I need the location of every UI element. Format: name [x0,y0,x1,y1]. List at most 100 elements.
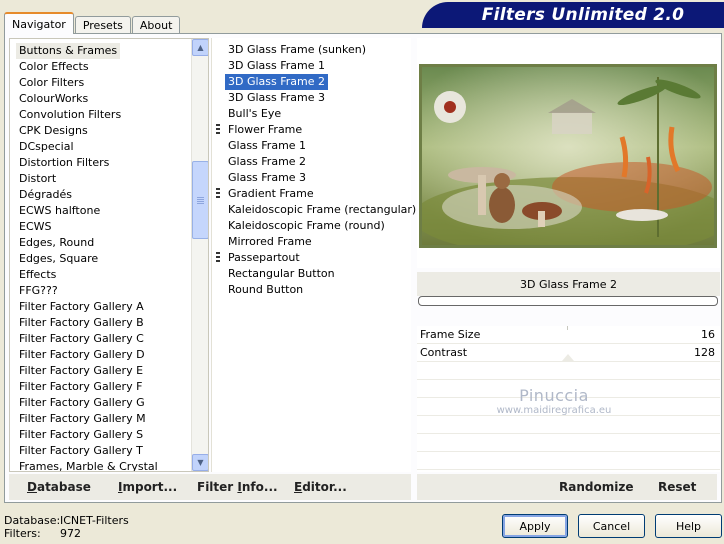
category-scrollbar[interactable]: ▲ ▼ [191,39,208,471]
tab-about[interactable]: About [131,16,181,34]
submenu-marker-icon [216,188,220,200]
param-frame-size[interactable]: Frame Size 16 [417,326,720,344]
right-action-bar: Randomize Reset [417,474,717,500]
category-item[interactable]: Filter Factory Gallery B [16,315,147,331]
category-item[interactable]: Edges, Square [16,251,101,267]
action-bar: Database Import... Filter Info... Editor… [9,474,717,500]
apply-button[interactable]: Apply [502,514,568,538]
filter-item[interactable]: Rectangular Button [225,266,338,282]
category-item[interactable]: Frames, Marble & Crystal [16,459,161,471]
category-item[interactable]: FFG??? [16,283,61,299]
category-item[interactable]: CPK Designs [16,123,91,139]
reset-button[interactable]: Reset [658,480,696,494]
scroll-thumb[interactable] [192,161,208,239]
category-item[interactable]: ECWS halftone [16,203,103,219]
preview-image [419,64,717,248]
banner-title: Filters Unlimited 2.0 [481,5,685,25]
randomize-button[interactable]: Randomize [559,480,633,494]
database-label: atabase [36,480,91,494]
param-label: Contrast [420,346,468,359]
filters-status-value: 972 [60,527,81,540]
editor-label: ditor... [302,480,347,494]
param-empty-row [417,434,720,452]
chevron-down-icon: ▼ [197,458,204,467]
tab-navigator[interactable]: Navigator [4,12,74,34]
category-item[interactable]: Dégradés [16,187,75,203]
category-item[interactable]: Filter Factory Gallery D [16,347,148,363]
category-item[interactable]: ColourWorks [16,91,91,107]
category-item[interactable]: Filter Factory Gallery E [16,363,146,379]
tab-presets-label: Presets [82,19,123,32]
filter-item[interactable]: Glass Frame 3 [225,170,309,186]
category-item[interactable]: DCspecial [16,139,77,155]
filter-item[interactable]: 3D Glass Frame 2 [225,74,329,90]
filter-info-label: nfo... [241,480,278,494]
category-item[interactable]: Edges, Round [16,235,97,251]
category-item[interactable]: Effects [16,267,59,283]
filter-item[interactable]: 3D Glass Frame 3 [225,90,328,106]
database-status-label: Database: [4,514,61,527]
selected-filter-name: 3D Glass Frame 2 [417,272,720,296]
import-button[interactable]: Import... [118,480,177,494]
filter-list[interactable]: 3D Glass Frame (sunken) 3D Glass Frame 13… [211,38,416,472]
scroll-down-button[interactable]: ▼ [192,454,208,471]
import-label: mport... [122,480,178,494]
param-empty-row [417,452,720,470]
database-status: Database:ICNET-Filters [4,514,129,527]
filter-item[interactable]: Flower Frame [225,122,305,138]
category-item[interactable]: Filter Factory Gallery G [16,395,148,411]
watermark: Pinuccia www.maidiregrafica.eu [491,386,617,416]
filter-item[interactable]: Kaleidoscopic Frame (rectangular) [225,202,419,218]
help-button[interactable]: Help [655,514,722,538]
category-item[interactable]: Filter Factory Gallery C [16,331,147,347]
filter-info-button[interactable]: Filter Info... [197,480,278,494]
category-item[interactable]: Filter Factory Gallery A [16,299,147,315]
category-item[interactable]: Color Filters [16,75,87,91]
category-item[interactable]: Convolution Filters [16,107,124,123]
category-item[interactable]: Filter Factory Gallery F [16,379,145,395]
database-status-value: ICNET-Filters [60,514,129,527]
left-action-bar: Database Import... Filter Info... Editor… [9,474,411,500]
category-item[interactable]: Filter Factory Gallery T [16,443,146,459]
filter-item[interactable]: Passepartout [225,250,303,266]
filter-item[interactable]: Gradient Frame [225,186,317,202]
editor-button[interactable]: Editor... [294,480,347,494]
submenu-marker-icon [216,124,220,136]
filter-item[interactable]: Kaleidoscopic Frame (round) [225,218,388,234]
database-button[interactable]: Database [27,480,91,494]
category-item[interactable]: Color Effects [16,59,92,75]
filter-item[interactable]: Bull's Eye [225,106,284,122]
param-empty-row [417,362,720,380]
category-item[interactable]: ECWS [16,219,55,235]
preview-artwork [422,67,714,245]
watermark-url: www.maidiregrafica.eu [496,405,612,416]
param-value: 128 [694,346,715,359]
cancel-button[interactable]: Cancel [578,514,645,538]
tab-presets[interactable]: Presets [74,16,131,34]
submenu-marker-icon [216,252,220,264]
filter-item[interactable]: Glass Frame 2 [225,154,309,170]
filter-item[interactable]: Round Button [225,282,306,298]
param-label: Frame Size [420,328,481,341]
category-item[interactable]: Filter Factory Gallery S [16,427,146,443]
category-item[interactable]: Filter Factory Gallery M [16,411,149,427]
category-list[interactable]: ▲ ▼ Buttons & Frames Color Effects Color F… [9,38,209,472]
filter-item[interactable]: 3D Glass Frame 1 [225,58,328,74]
filter-item[interactable]: 3D Glass Frame (sunken) [225,42,369,58]
tab-navigator-label: Navigator [12,17,66,31]
editor-accel-key: E [294,480,303,494]
category-item[interactable]: Distortion Filters [16,155,112,171]
tab-about-label: About [139,19,173,32]
watermark-name: Pinuccia [519,386,589,405]
category-item[interactable]: Buttons & Frames [16,43,121,59]
filter-info-label-pre: Filter [197,480,238,494]
filter-item[interactable]: Mirrored Frame [225,234,315,250]
filter-item[interactable]: Glass Frame 1 [225,138,309,154]
tab-strip: Navigator Presets About [4,12,181,34]
chevron-up-icon: ▲ [197,43,204,52]
scroll-up-button[interactable]: ▲ [192,39,208,56]
main-panel: ▲ ▼ Buttons & Frames Color Effects Color F… [4,33,722,503]
filters-status: Filters: 972 [4,527,81,540]
category-item[interactable]: Distort [16,171,59,187]
slider-caret-icon[interactable] [562,354,574,361]
